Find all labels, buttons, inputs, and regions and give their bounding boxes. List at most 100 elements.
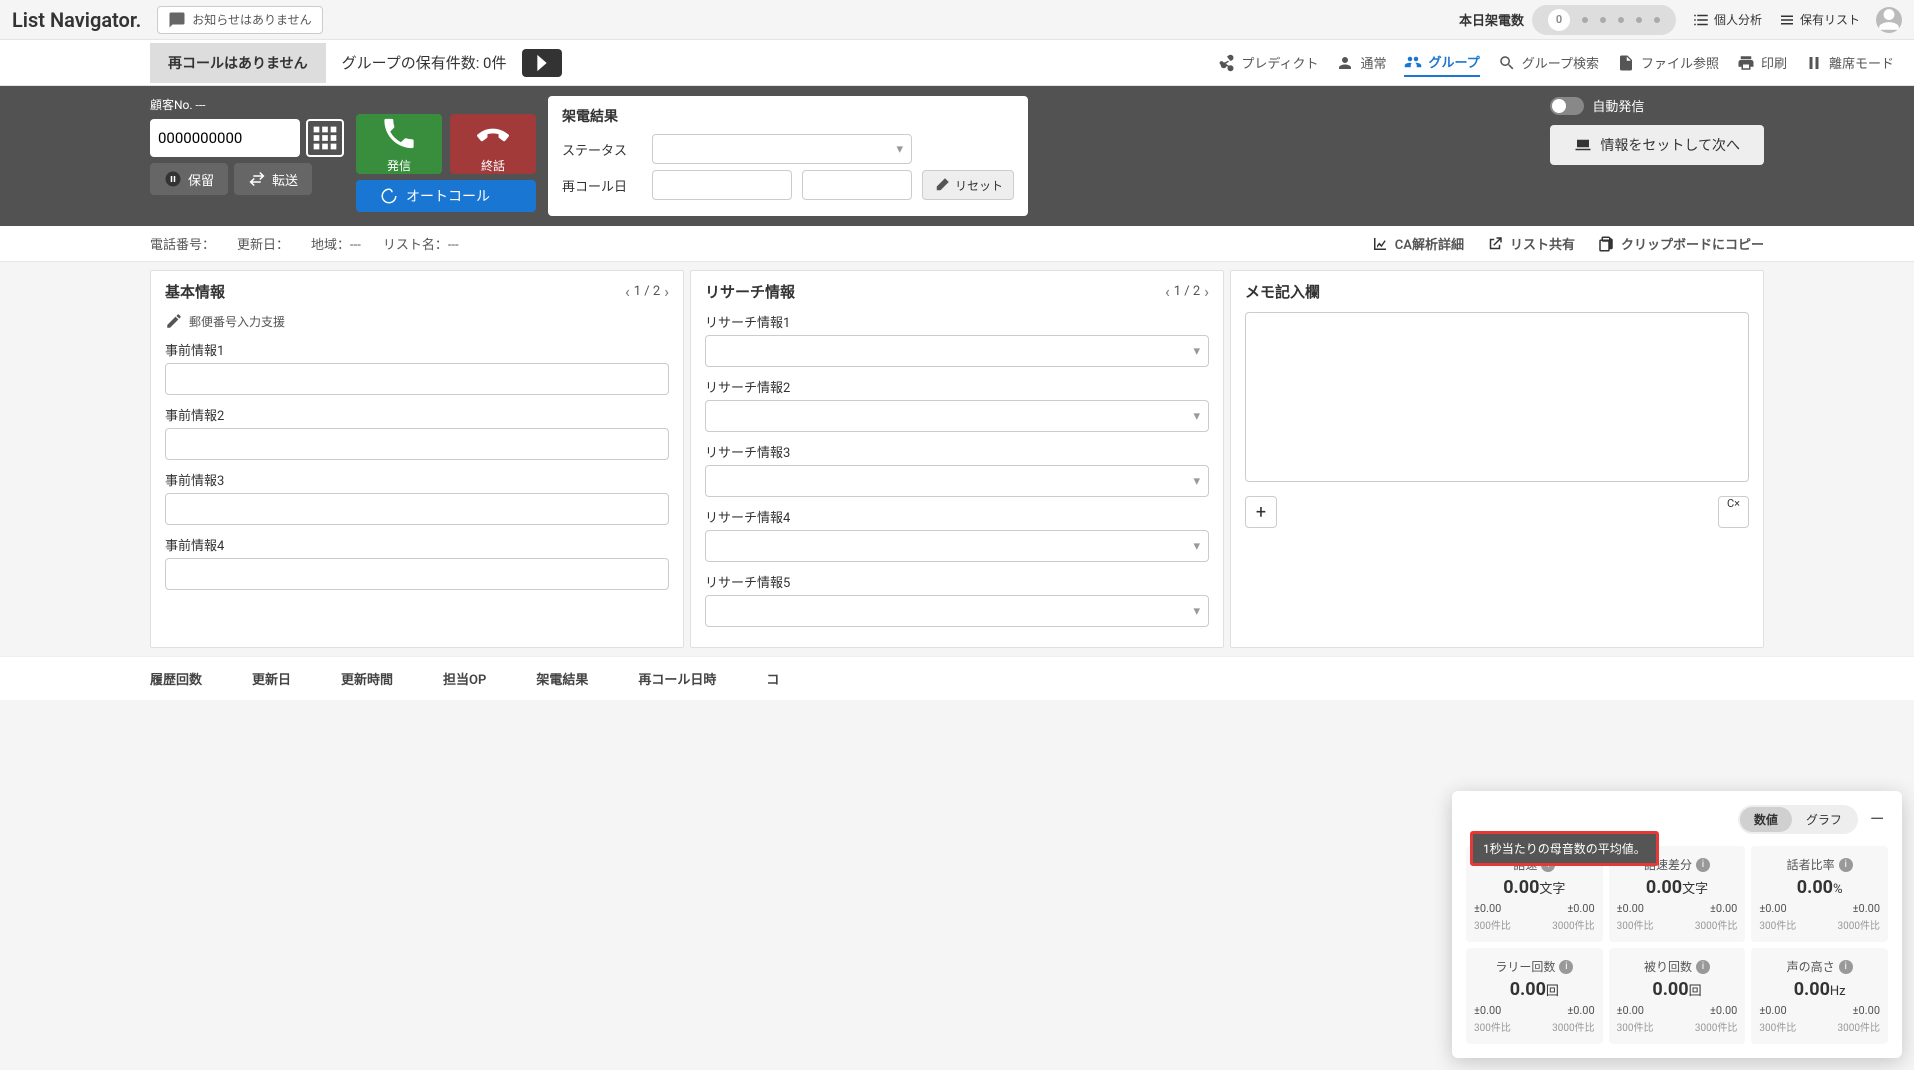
basic-field-label-3: 事前情報4 [165, 535, 669, 554]
status-select[interactable]: ▾ [652, 134, 912, 164]
history-col-4: 架電結果 [536, 669, 588, 688]
history-col-2: 更新時間 [341, 669, 393, 688]
basic-field-input-2[interactable] [165, 493, 669, 525]
history-col-0: 履歴回数 [150, 669, 202, 688]
stats-tooltip: 1秒当たりの母音数の平均値。 [1470, 831, 1659, 866]
chart-icon [1371, 235, 1389, 253]
set-and-next-button[interactable]: 情報をセットして次へ [1550, 125, 1764, 165]
share-out-icon [1486, 235, 1504, 253]
mode-group[interactable]: グループ [1404, 52, 1479, 77]
customer-no-input[interactable] [150, 119, 300, 157]
autocall-button[interactable]: オートコール [356, 180, 536, 212]
postal-support[interactable]: 郵便番号入力支援 [165, 312, 669, 330]
notice-text: お知らせはありません [192, 11, 311, 28]
call-button[interactable]: 発信 [356, 114, 442, 174]
info-icon[interactable]: i [1696, 858, 1710, 872]
ca-analysis-detail[interactable]: CA解析詳細 [1371, 234, 1464, 253]
history-col-1: 更新日 [252, 669, 291, 688]
info-icon[interactable]: i [1839, 960, 1853, 974]
stats-popup: 1秒当たりの母音数の平均値。 数値 グラフ — 話速i 0.00文字 ±0.00… [1452, 791, 1902, 1058]
info-icon[interactable]: i [1696, 960, 1710, 974]
pause-circle-icon [164, 170, 182, 188]
personal-analysis-link[interactable]: 個人分析 [1692, 11, 1762, 29]
view-tab-graph[interactable]: グラフ [1792, 807, 1856, 832]
research-info-title: リサーチ情報 [705, 281, 795, 302]
call-result-panel: 架電結果 ステータス ▾ 再コール日 リセット [548, 96, 1028, 216]
research-field-label-3: リサーチ情報4 [705, 507, 1209, 526]
mode-normal[interactable]: 通常 [1336, 53, 1386, 72]
basic-field-input-1[interactable] [165, 428, 669, 460]
recall-date-input[interactable] [652, 170, 792, 200]
transfer-button[interactable]: 転送 [234, 163, 312, 195]
autocall-icon [380, 187, 398, 205]
dialpad-button[interactable] [306, 119, 344, 157]
research-field-label-1: リサーチ情報2 [705, 377, 1209, 396]
info-icon[interactable]: i [1839, 858, 1853, 872]
list-icon [1692, 11, 1710, 29]
clipboard-copy[interactable]: クリップボードにコピー [1597, 234, 1764, 253]
chat-icon [168, 11, 186, 29]
call-result-title: 架電結果 [562, 106, 1014, 126]
research-field-select-0[interactable]: ▾ [705, 335, 1209, 367]
recall-status: 再コールはありません [150, 43, 326, 83]
research-next[interactable]: › [1204, 282, 1209, 301]
mode-predict[interactable]: プレディクト [1217, 53, 1318, 72]
owned-lists-link[interactable]: 保有リスト [1778, 11, 1860, 29]
status-label: ステータス [562, 140, 642, 159]
research-field-label-4: リサーチ情報5 [705, 572, 1209, 591]
mode-away[interactable]: 離席モード [1805, 53, 1894, 72]
history-col-6: コ [766, 669, 779, 688]
research-field-select-3[interactable]: ▾ [705, 530, 1209, 562]
research-field-select-4[interactable]: ▾ [705, 595, 1209, 627]
basic-field-label-1: 事前情報2 [165, 405, 669, 424]
basic-field-input-0[interactable] [165, 363, 669, 395]
today-calls-count: 0 [1548, 9, 1570, 31]
memo-panel: メモ記入欄 + C× [1230, 270, 1764, 648]
today-calls-label: 本日架電数 [1459, 10, 1524, 29]
auto-call-toggle[interactable] [1550, 97, 1584, 115]
hangup-button[interactable]: 終話 [450, 114, 536, 174]
stat-card-3: ラリー回数i 0.00回 ±0.00±0.00 300件比3000件比 [1466, 948, 1603, 1044]
customer-no-label: 顧客No. --- [150, 96, 344, 113]
stats-minimize[interactable]: — [1866, 809, 1888, 830]
memo-cm-button[interactable]: C× [1718, 496, 1749, 528]
basic-prev[interactable]: ‹ [625, 282, 630, 301]
mode-file-ref[interactable]: ファイル参照 [1617, 53, 1719, 72]
recall-time-input[interactable] [802, 170, 912, 200]
next-arrow-button[interactable] [522, 49, 562, 77]
memo-add-button[interactable]: + [1245, 496, 1277, 528]
recall-date-label: 再コール日 [562, 176, 642, 195]
research-field-select-2[interactable]: ▾ [705, 465, 1209, 497]
user-avatar[interactable] [1876, 7, 1902, 33]
info-icon[interactable]: i [1559, 960, 1573, 974]
file-icon [1617, 54, 1635, 72]
search-icon [1498, 54, 1516, 72]
edit-icon [165, 312, 183, 330]
memo-textarea[interactable] [1245, 312, 1749, 482]
research-field-label-0: リサーチ情報1 [705, 312, 1209, 331]
mode-group-search[interactable]: グループ検索 [1498, 53, 1599, 72]
basic-info-title: 基本情報 [165, 281, 225, 302]
list-share[interactable]: リスト共有 [1486, 234, 1575, 253]
history-col-3: 担当OP [443, 669, 486, 688]
view-tab-numeric[interactable]: 数値 [1740, 807, 1792, 832]
group-count: グループの保有件数: 0件 [326, 52, 523, 73]
laptop-icon [1574, 136, 1592, 154]
info-region: 地域：--- [311, 234, 361, 253]
hold-button[interactable]: 保留 [150, 163, 228, 195]
research-prev[interactable]: ‹ [1165, 282, 1170, 301]
research-field-select-1[interactable]: ▾ [705, 400, 1209, 432]
basic-field-input-3[interactable] [165, 558, 669, 590]
research-field-label-2: リサーチ情報3 [705, 442, 1209, 461]
reset-button[interactable]: リセット [922, 170, 1014, 200]
stat-card-5: 声の高さi 0.00Hz ±0.00±0.00 300件比3000件比 [1751, 948, 1888, 1044]
person-icon [1336, 54, 1354, 72]
eraser-icon [933, 176, 951, 194]
mode-print[interactable]: 印刷 [1737, 53, 1787, 72]
memo-title: メモ記入欄 [1245, 281, 1320, 302]
list-icon [1778, 11, 1796, 29]
auto-call-toggle-label: 自動発信 [1592, 96, 1644, 115]
stat-card-4: 被り回数i 0.00回 ±0.00±0.00 300件比3000件比 [1609, 948, 1746, 1044]
info-phone: 電話番号： [150, 234, 215, 253]
basic-next[interactable]: › [664, 282, 669, 301]
